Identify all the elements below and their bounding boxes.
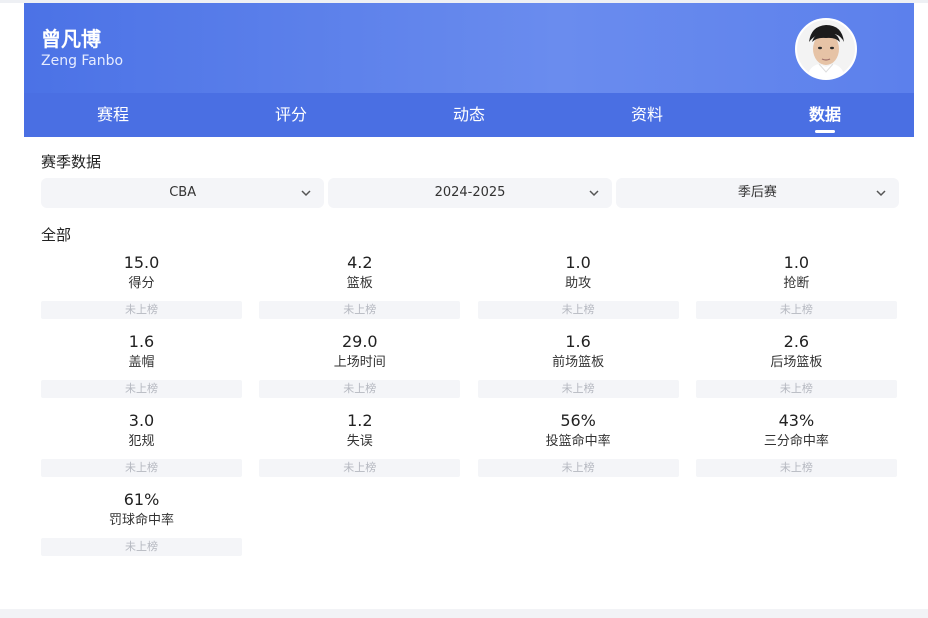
stat-3p-pct: 43% 三分命中率 未上榜 xyxy=(695,410,897,477)
stat-label: 失误 xyxy=(346,434,373,449)
stat-rank: 未上榜 xyxy=(477,459,679,477)
stat-value: 1.6 xyxy=(565,332,591,351)
stat-value: 1.2 xyxy=(347,411,373,430)
tab-profile[interactable]: 资料 xyxy=(558,93,736,137)
stat-value: 29.0 xyxy=(341,332,378,351)
stat-rank: 未上榜 xyxy=(259,380,461,398)
stat-rank: 未上榜 xyxy=(695,459,897,477)
stat-offensive-rebounds: 1.6 前场篮板 未上榜 xyxy=(477,331,679,398)
stat-steals: 1.0 抢断 未上榜 xyxy=(695,252,897,319)
stage-select[interactable]: 季后赛 xyxy=(615,178,899,208)
player-avatar xyxy=(795,18,857,80)
stat-rank: 未上榜 xyxy=(41,459,242,477)
stat-value: 2.6 xyxy=(783,332,810,351)
stat-label: 犯规 xyxy=(128,434,155,449)
season-select-value: 2024-2025 xyxy=(434,185,506,200)
chevron-down-icon xyxy=(876,190,886,197)
stat-value: 56% xyxy=(560,411,596,430)
season-select[interactable]: 2024-2025 xyxy=(328,178,612,208)
stat-defensive-rebounds: 2.6 后场篮板 未上榜 xyxy=(695,331,897,398)
stat-assists: 1.0 助攻 未上榜 xyxy=(477,252,679,319)
tab-news[interactable]: 动态 xyxy=(380,93,558,137)
avatar-portrait-icon xyxy=(797,20,855,78)
stat-label: 后场篮板 xyxy=(770,355,823,370)
stat-label: 投篮命中率 xyxy=(545,434,611,449)
stat-rank: 未上榜 xyxy=(41,301,242,319)
stat-label: 前场篮板 xyxy=(552,355,605,370)
player-header: 曾凡博 Zeng Fanbo xyxy=(24,3,914,93)
stage-select-value: 季后赛 xyxy=(737,185,777,200)
stat-label: 罚球命中率 xyxy=(108,513,174,528)
stat-rank: 未上榜 xyxy=(41,380,242,398)
stat-rank: 未上榜 xyxy=(259,459,461,477)
stat-label: 上场时间 xyxy=(333,355,386,370)
section-title: 赛季数据 xyxy=(41,153,102,171)
stat-label: 助攻 xyxy=(565,276,592,291)
stat-rank: 未上榜 xyxy=(477,301,679,319)
stat-label: 三分命中率 xyxy=(763,434,829,449)
stat-value: 43% xyxy=(778,411,815,430)
stat-value: 3.0 xyxy=(128,411,155,430)
stat-rank: 未上榜 xyxy=(41,538,242,556)
filter-bar: CBA 2024-2025 季后赛 xyxy=(41,178,899,208)
stat-rank: 未上榜 xyxy=(695,301,897,319)
chevron-down-icon xyxy=(589,190,599,197)
stat-value: 1.6 xyxy=(128,332,155,351)
stat-value: 4.2 xyxy=(347,253,373,272)
stat-minutes: 29.0 上场时间 未上榜 xyxy=(259,331,461,398)
tab-bar: 赛程 评分 动态 资料 数据 xyxy=(24,93,914,137)
player-name-en: Zeng Fanbo xyxy=(41,53,124,69)
stat-value: 61% xyxy=(123,490,160,509)
league-select[interactable]: CBA xyxy=(41,178,325,208)
stat-value: 1.0 xyxy=(783,253,810,272)
tab-schedule[interactable]: 赛程 xyxy=(24,93,202,137)
stat-fouls: 3.0 犯规 未上榜 xyxy=(41,410,242,477)
tab-stats[interactable]: 数据 xyxy=(736,93,914,137)
stat-rank: 未上榜 xyxy=(477,380,679,398)
stat-fg-pct: 56% 投篮命中率 未上榜 xyxy=(477,410,679,477)
league-select-value: CBA xyxy=(169,185,197,200)
stats-grid: 15.0 得分 未上榜 4.2 篮板 未上榜 1.0 助攻 未上榜 1.0 抢断… xyxy=(41,252,897,556)
stat-turnovers: 1.2 失误 未上榜 xyxy=(259,410,461,477)
chevron-down-icon xyxy=(301,190,311,197)
stat-blocks: 1.6 盖帽 未上榜 xyxy=(41,331,242,398)
tab-rating[interactable]: 评分 xyxy=(202,93,380,137)
stat-value: 1.0 xyxy=(565,253,591,272)
stat-rank: 未上榜 xyxy=(259,301,461,319)
stat-rebounds: 4.2 篮板 未上榜 xyxy=(259,252,461,319)
stat-label: 篮板 xyxy=(346,276,373,291)
stat-label: 得分 xyxy=(128,276,155,291)
bottom-divider xyxy=(0,609,928,618)
stat-label: 盖帽 xyxy=(128,355,155,370)
subsection-title: 全部 xyxy=(41,226,72,244)
stat-value: 15.0 xyxy=(123,253,160,272)
stat-label: 抢断 xyxy=(783,276,810,291)
stat-rank: 未上榜 xyxy=(695,380,897,398)
stat-ft-pct: 61% 罚球命中率 未上榜 xyxy=(41,489,242,556)
player-name-cn: 曾凡博 xyxy=(41,27,101,51)
stat-points: 15.0 得分 未上榜 xyxy=(41,252,242,319)
